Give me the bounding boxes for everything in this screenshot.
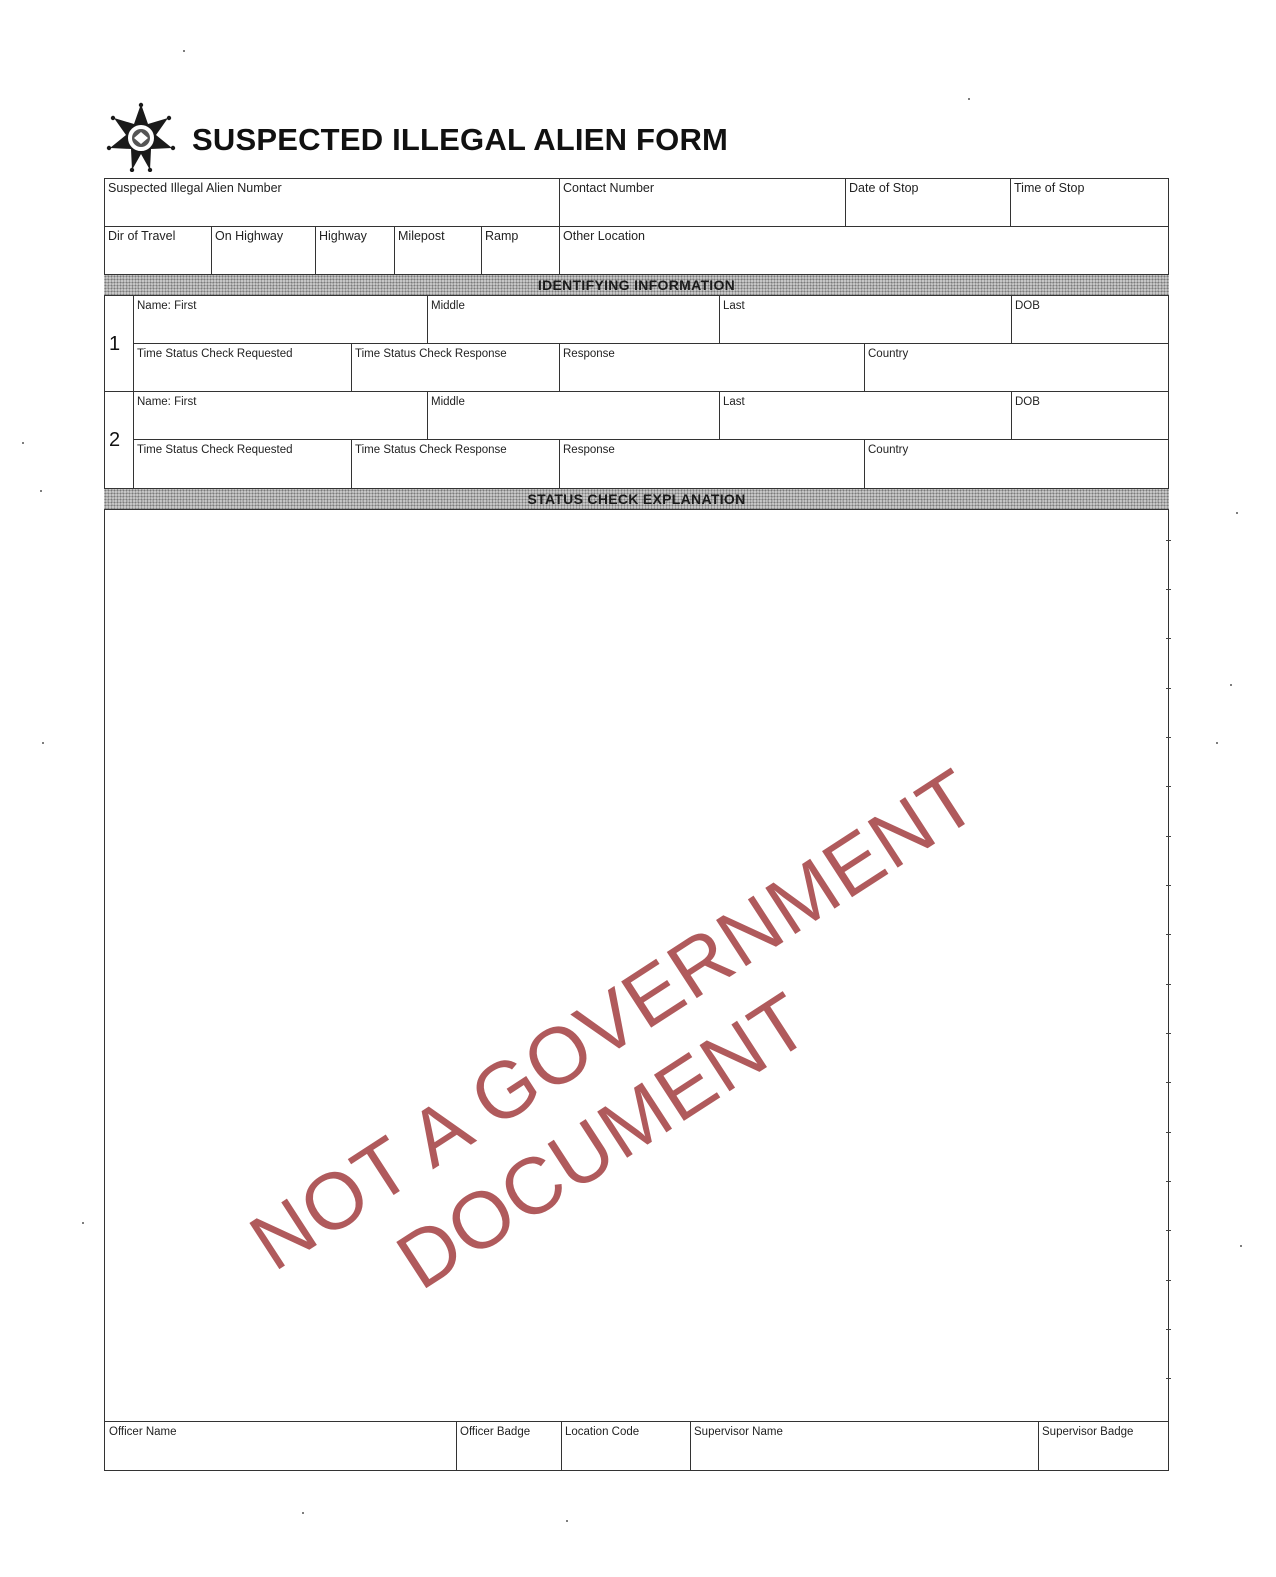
person-1-last-label: Last bbox=[723, 300, 745, 312]
person-1-time-requested-label: Time Status Check Requested bbox=[137, 348, 293, 360]
person-1-response-field[interactable]: Response bbox=[560, 345, 864, 391]
status-check-explanation-header: STATUS CHECK EXPLANATION bbox=[104, 488, 1169, 510]
person-2-last-field[interactable]: Last bbox=[720, 393, 1011, 439]
person-2-middle-field[interactable]: Middle bbox=[428, 393, 719, 439]
milepost-label: Milepost bbox=[398, 229, 445, 243]
person-2-last-label: Last bbox=[723, 396, 745, 408]
officer-badge-field[interactable]: Officer Badge bbox=[457, 1423, 561, 1469]
person-2-time-response-label: Time Status Check Response bbox=[355, 444, 507, 456]
supervisor-name-label: Supervisor Name bbox=[694, 1426, 783, 1438]
person-2-time-requested-field[interactable]: Time Status Check Requested bbox=[134, 441, 351, 487]
alien-number-field[interactable]: Suspected Illegal Alien Number bbox=[105, 179, 559, 225]
person-2-country-label: Country bbox=[868, 444, 909, 456]
person-2-time-requested-label: Time Status Check Requested bbox=[137, 444, 293, 456]
other-location-label: Other Location bbox=[563, 229, 645, 243]
person-1-dob-label: DOB bbox=[1015, 300, 1040, 312]
officer-name-field[interactable]: Officer Name bbox=[106, 1423, 456, 1469]
person-1-time-response-field[interactable]: Time Status Check Response bbox=[352, 345, 559, 391]
person-1-country-field[interactable]: Country bbox=[865, 345, 1168, 391]
supervisor-badge-field[interactable]: Supervisor Badge bbox=[1039, 1423, 1168, 1469]
status-check-explanation-title: STATUS CHECK EXPLANATION bbox=[527, 491, 746, 507]
ramp-field[interactable]: Ramp bbox=[482, 227, 559, 273]
on-highway-field[interactable]: On Highway bbox=[212, 227, 315, 273]
time-of-stop-label: Time of Stop bbox=[1014, 181, 1085, 195]
frame-bottom bbox=[104, 1470, 1169, 1471]
supervisor-name-field[interactable]: Supervisor Name bbox=[691, 1423, 1038, 1469]
milepost-field[interactable]: Milepost bbox=[395, 227, 481, 273]
person-1-first-name-label: Name: First bbox=[137, 300, 197, 312]
dir-of-travel-field[interactable]: Dir of Travel bbox=[105, 227, 211, 273]
person-2-first-name-field[interactable]: Name: First bbox=[134, 393, 427, 439]
dir-of-travel-label: Dir of Travel bbox=[108, 229, 176, 243]
frame-right bbox=[1168, 178, 1169, 1471]
person-1-number: 1 bbox=[109, 333, 121, 355]
on-highway-label: On Highway bbox=[215, 229, 284, 243]
person-2-country-field[interactable]: Country bbox=[865, 441, 1168, 487]
person-2-number: 2 bbox=[109, 429, 121, 451]
other-location-field[interactable]: Other Location bbox=[560, 227, 1168, 273]
person-2-time-response-field[interactable]: Time Status Check Response bbox=[352, 441, 559, 487]
person-1-time-response-label: Time Status Check Response bbox=[355, 348, 507, 360]
date-of-stop-field[interactable]: Date of Stop bbox=[846, 179, 1010, 225]
highway-label: Highway bbox=[319, 229, 367, 243]
identifying-information-header: IDENTIFYING INFORMATION bbox=[104, 274, 1169, 296]
location-code-field[interactable]: Location Code bbox=[562, 1423, 690, 1469]
person-2-response-field[interactable]: Response bbox=[560, 441, 864, 487]
person-1-dob-field[interactable]: DOB bbox=[1012, 297, 1168, 343]
person-1-middle-label: Middle bbox=[431, 300, 465, 312]
person-2-response-label: Response bbox=[563, 444, 615, 456]
person-1-last-field[interactable]: Last bbox=[720, 297, 1011, 343]
highway-field[interactable]: Highway bbox=[316, 227, 394, 273]
identifying-information-title: IDENTIFYING INFORMATION bbox=[537, 277, 736, 293]
person-1-middle-field[interactable]: Middle bbox=[428, 297, 719, 343]
location-code-label: Location Code bbox=[565, 1426, 640, 1438]
person-2-middle-label: Middle bbox=[431, 396, 465, 408]
person-1-response-label: Response bbox=[563, 348, 615, 360]
form-title: SUSPECTED ILLEGAL ALIEN FORM bbox=[192, 122, 729, 157]
time-of-stop-field[interactable]: Time of Stop bbox=[1011, 179, 1168, 225]
person-1-time-requested-field[interactable]: Time Status Check Requested bbox=[134, 345, 351, 391]
sheriff-star-badge-icon bbox=[106, 102, 176, 172]
alien-number-label: Suspected Illegal Alien Number bbox=[108, 181, 282, 195]
officer-badge-label: Officer Badge bbox=[460, 1426, 531, 1438]
ramp-label: Ramp bbox=[485, 229, 519, 243]
person-2-dob-field[interactable]: DOB bbox=[1012, 393, 1168, 439]
date-of-stop-label: Date of Stop bbox=[849, 181, 919, 195]
contact-number-label: Contact Number bbox=[563, 181, 655, 195]
person-1-first-name-field[interactable]: Name: First bbox=[134, 297, 427, 343]
contact-number-field[interactable]: Contact Number bbox=[560, 179, 845, 225]
supervisor-badge-label: Supervisor Badge bbox=[1042, 1426, 1134, 1438]
person-2-first-name-label: Name: First bbox=[137, 396, 197, 408]
officer-name-label: Officer Name bbox=[109, 1426, 177, 1438]
person-2-dob-label: DOB bbox=[1015, 396, 1040, 408]
person-1-country-label: Country bbox=[868, 348, 909, 360]
